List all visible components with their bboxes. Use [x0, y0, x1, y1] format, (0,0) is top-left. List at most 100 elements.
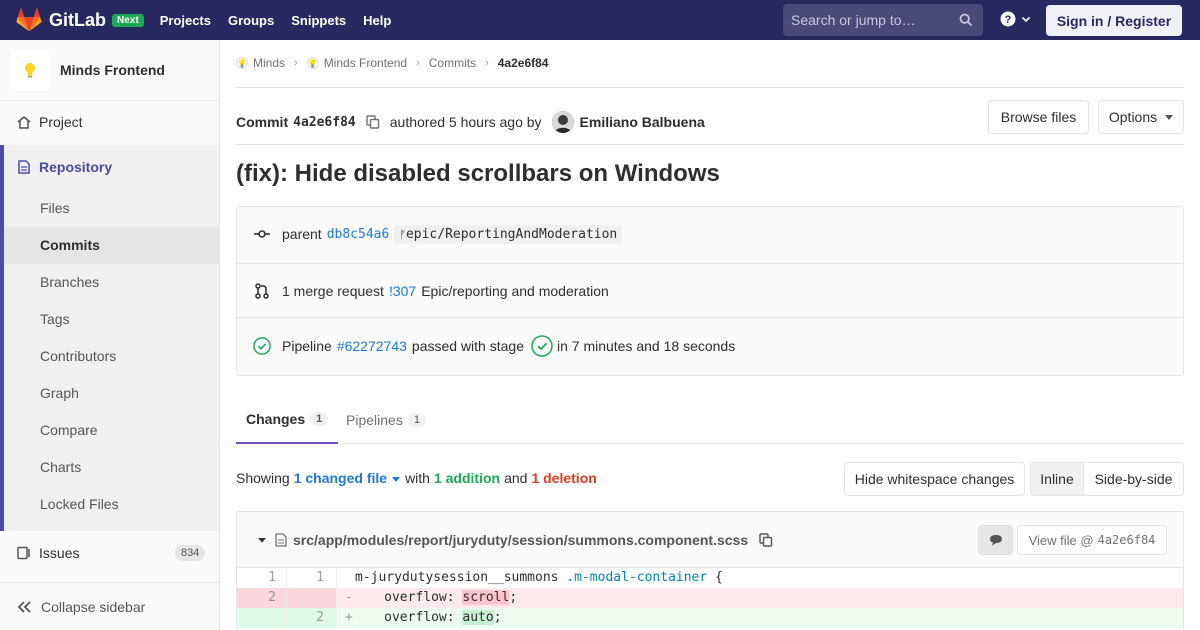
diff-line: 1 1 m-jurydutysession__summons .m-modal-… [237, 568, 1183, 588]
sidebar-item-files[interactable]: Files [40, 200, 70, 216]
pipeline-label: Pipeline [282, 338, 332, 354]
tab-pipelines[interactable]: Pipelines 1 [346, 396, 426, 444]
changed-files-dropdown[interactable]: 1 changed file [294, 470, 401, 486]
inline-view-button[interactable]: Inline [1030, 462, 1084, 496]
sidebar-item-project[interactable]: Project [0, 106, 219, 138]
new-line-number[interactable]: 2 [287, 608, 337, 628]
pipeline-link[interactable]: #62272743 [337, 338, 407, 354]
additions-count: 1 addition [433, 470, 501, 486]
line-code: - overflow: scroll; [337, 588, 517, 608]
sidebar-item-locked-files[interactable]: Locked Files [40, 496, 119, 512]
commit-icon [253, 229, 271, 239]
side-by-side-button[interactable]: Side-by-side [1084, 462, 1184, 496]
nav-snippets[interactable]: Snippets [291, 13, 346, 28]
code-text: m-jurydutysession__summons [355, 570, 567, 585]
code-text: ; [509, 590, 518, 605]
sidebar-item-label: Issues [39, 545, 80, 561]
diff-sign: - [345, 590, 353, 605]
chevron-right-icon: › [294, 57, 298, 69]
code-text: { [707, 570, 723, 585]
next-badge[interactable]: Next [112, 13, 144, 27]
old-line-number[interactable]: 1 [237, 568, 287, 588]
hide-whitespace-button[interactable]: Hide whitespace changes [844, 462, 1025, 496]
sidebar-item-commits[interactable]: Commits [40, 237, 100, 253]
project-name: Minds Frontend [60, 62, 165, 78]
question-icon: ? [1000, 11, 1016, 27]
issues-count-badge: 834 [175, 545, 206, 561]
and-text: and [504, 470, 528, 486]
merge-request-icon [253, 283, 271, 299]
copy-sha-icon[interactable] [366, 115, 380, 129]
divider [237, 317, 1183, 318]
nav-groups[interactable]: Groups [228, 13, 274, 28]
breadcrumb-commits[interactable]: Commits [429, 56, 476, 70]
sidebar-item-label: Project [39, 114, 83, 130]
stage-success-icon[interactable] [531, 335, 553, 357]
commit-sha: 4a2e6f84 [293, 114, 356, 130]
sidebar-item-label: Repository [39, 159, 113, 175]
caret-down-icon [392, 476, 401, 482]
line-code: + overflow: auto; [337, 608, 502, 628]
divider [236, 144, 1184, 145]
commit-title: (fix): Hide disabled scrollbars on Windo… [236, 160, 720, 187]
new-line-number[interactable]: 1 [287, 568, 337, 588]
commit-label: Commit [236, 114, 289, 130]
code-selector: .m-modal-container [566, 570, 708, 585]
sidebar-item-branches[interactable]: Branches [40, 274, 99, 290]
status-success-icon[interactable] [253, 336, 271, 356]
tab-label: Pipelines [346, 412, 403, 428]
breadcrumb: 💡 Minds › 💡 Minds Frontend › Commits › 4… [236, 54, 548, 72]
options-dropdown[interactable]: Options [1098, 100, 1184, 134]
code-text: overflow: [368, 590, 463, 605]
author-avatar[interactable] [551, 111, 574, 133]
merge-request-link[interactable]: !307 [389, 283, 416, 299]
old-line-number[interactable]: 2 [237, 588, 287, 608]
pipeline-passed-text: passed with stage [411, 338, 524, 354]
sidebar-item-contributors[interactable]: Contributors [40, 348, 116, 364]
collapse-sidebar-button[interactable]: Collapse sidebar [0, 582, 219, 630]
file-icon [275, 532, 287, 547]
branch-label[interactable]: ᚠepic/ReportingAndModeration [394, 224, 623, 244]
issues-icon [16, 545, 32, 561]
new-line-number[interactable] [287, 588, 337, 608]
file-path[interactable]: src/app/modules/report/juryduty/session/… [293, 532, 748, 548]
group-avatar-icon: 💡 [236, 57, 248, 69]
sidebar-item-repository[interactable]: Repository [0, 151, 219, 183]
comment-toggle-button[interactable] [978, 525, 1013, 555]
sidebar-project-header[interactable]: Minds Frontend [0, 40, 219, 101]
signin-button[interactable]: Sign in / Register [1046, 5, 1182, 36]
code-highlight: auto [462, 610, 494, 625]
view-file-button[interactable]: View file @ 4a2e6f84 [1017, 525, 1167, 555]
branch-name: epic/ReportingAndModeration [405, 226, 618, 242]
browse-files-button[interactable]: Browse files [988, 100, 1089, 134]
caret-down-icon [1165, 114, 1174, 120]
project-avatar-icon: 💡 [306, 57, 319, 69]
author-name[interactable]: Emiliano Balbuena [580, 114, 705, 130]
active-item-highlight [4, 227, 219, 264]
breadcrumb-minds[interactable]: Minds [253, 56, 285, 70]
old-line-number[interactable] [237, 608, 287, 628]
help-dropdown[interactable]: ? [1000, 11, 1031, 27]
breadcrumb-commit-sha[interactable]: 4a2e6f84 [498, 56, 549, 70]
sidebar-item-graph[interactable]: Graph [40, 385, 79, 401]
gitlab-logo[interactable]: GitLab Next [16, 0, 144, 40]
authored-text: authored 5 hours ago by [389, 114, 542, 130]
tab-changes[interactable]: Changes 1 [236, 396, 339, 444]
sidebar-item-charts[interactable]: Charts [40, 459, 81, 475]
copy-path-icon[interactable] [759, 532, 773, 547]
gitlab-tanuki-icon [16, 8, 42, 32]
search-input[interactable]: Search or jump to… [783, 4, 983, 36]
divider [236, 87, 1184, 88]
nav-projects[interactable]: Projects [160, 13, 211, 28]
nav-help[interactable]: Help [363, 13, 391, 28]
collapse-caret-icon[interactable] [257, 535, 267, 545]
collapse-label: Collapse sidebar [41, 598, 146, 615]
home-icon [16, 114, 32, 130]
breadcrumb-minds-frontend[interactable]: Minds Frontend [324, 56, 407, 70]
parent-sha-link[interactable]: db8c54a6 [327, 227, 390, 242]
sidebar-item-compare[interactable]: Compare [40, 422, 98, 438]
sidebar-repository-section [0, 145, 219, 531]
sidebar-item-tags[interactable]: Tags [40, 311, 70, 327]
commit-info-box: parent db8c54a6 ᚠepic/ReportingAndModera… [236, 206, 1184, 376]
tab-count: 1 [310, 412, 329, 426]
